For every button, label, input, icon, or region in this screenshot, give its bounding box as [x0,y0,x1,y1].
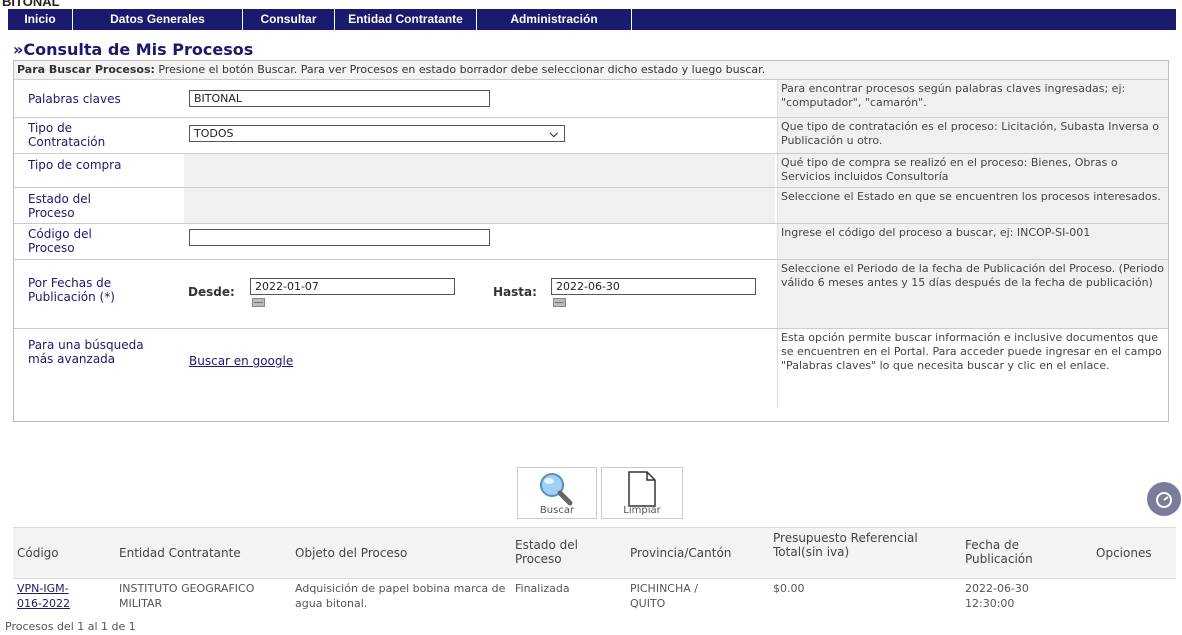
process-code-label: Código del Proceso [28,227,92,255]
instructions-text: Presione el botón Buscar. Para ver Proce… [154,63,766,76]
row-advanced: Para una búsqueda más avanzada Buscar en… [14,329,1168,408]
keywords-label: Palabras claves [28,92,121,106]
date-to-label: Hasta: [493,285,537,299]
advanced-help: Esta opción permite buscar información e… [777,329,1168,408]
col-provincia: Provincia/Cantón [630,546,732,560]
keywords-help: Para encontrar procesos según palabras c… [777,80,1168,117]
purchase-type-help: Qué tipo de compra se realizó en el proc… [777,154,1168,187]
instructions-bold: Para Buscar Procesos: [17,63,155,76]
nav-administracion[interactable]: Administración [477,9,632,30]
purchase-type-cell [184,154,775,187]
col-codigo: Código [17,546,59,560]
timer-icon [1156,492,1172,508]
instructions: Para Buscar Procesos: Presione el botón … [14,61,1168,80]
row-contract-type: Tipo de Contratación TODOS ⌵ Que tipo de… [14,118,1168,154]
pagination-summary: Procesos del 1 al 1 de 1 [5,620,136,633]
google-search-link[interactable]: Buscar en google [189,354,293,368]
keywords-input[interactable]: BITONAL [189,90,490,107]
page-title: »Consulta de Mis Procesos [13,40,254,59]
calendar-icon[interactable] [553,298,566,307]
nav-entidad-contratante[interactable]: Entidad Contratante [335,9,477,30]
date-to-input[interactable]: 2022-06-30 [551,278,756,295]
process-state-cell [184,188,775,223]
cell-location: PICHINCHA / QUITO [630,582,698,610]
contract-type-value: TODOS [194,127,234,140]
contract-type-help: Que tipo de contratación es el proceso: … [777,118,1168,153]
contract-type-label: Tipo de Contratación [28,121,106,149]
nav-consultar[interactable]: Consultar [243,9,335,30]
process-code-input[interactable] [189,229,490,246]
partial-heading: BITONAL [2,0,60,9]
col-presupuesto: Presupuesto Referencial Total(sin iva) [773,531,918,559]
row-dates: Por Fechas de Publicación (*) Desde: 202… [14,260,1168,329]
advanced-label: Para una búsqueda más avanzada [28,338,144,366]
dates-label: Por Fechas de Publicación (*) [28,276,115,304]
row-process-code: Código del Proceso Ingrese el código del… [14,224,1168,260]
dates-help: Seleccione el Periodo de la fecha de Pub… [777,260,1168,328]
floating-action-button[interactable] [1147,482,1181,516]
cell-state: Finalizada [515,582,570,595]
row-process-state: Estado del Proceso Seleccione el Estado … [14,188,1168,224]
calendar-icon[interactable] [252,298,265,307]
date-from-label: Desde: [188,285,235,299]
blank-page-icon [628,471,656,507]
col-entidad: Entidad Contratante [119,546,241,560]
chevron-down-icon: ⌵ [549,127,558,140]
row-purchase-type: Tipo de compra Qué tipo de compra se rea… [14,154,1168,188]
nav-inicio[interactable]: Inicio [8,9,73,30]
main-nav: Inicio Datos Generales Consultar Entidad… [8,9,1176,30]
contract-type-select[interactable]: TODOS ⌵ [189,125,565,142]
col-opciones: Opciones [1096,546,1152,560]
advanced-cell [184,329,775,408]
col-objeto: Objeto del Proceso [295,546,408,560]
magnifier-icon [540,473,573,506]
cell-object: Adquisición de papel bobina marca de agu… [295,582,506,610]
row-keywords: Palabras claves BITONAL Para encontrar p… [14,80,1168,118]
process-code-link[interactable]: VPN-IGM-016-2022 [17,581,87,611]
search-button-label: Buscar [539,505,575,516]
col-fecha: Fecha de Publicación [965,538,1033,566]
results-header: Código Entidad Contratante Objeto del Pr… [13,527,1176,579]
search-button[interactable]: Buscar [517,467,597,519]
cell-entity: INSTITUTO GEOGRAFICO MILITAR [119,582,255,610]
search-form: Para Buscar Procesos: Presione el botón … [13,60,1169,422]
cell-budget: $0.00 [773,582,805,595]
clear-button[interactable]: Limpiar [601,467,683,519]
purchase-type-label: Tipo de compra [28,158,122,172]
cell-date: 2022-06-30 12:30:00 [965,582,1029,610]
col-estado: Estado del Proceso [515,538,578,566]
date-from-input[interactable]: 2022-01-07 [250,278,455,295]
process-code-help: Ingrese el código del proceso a buscar, … [777,224,1168,259]
process-state-help: Seleccione el Estado en que se encuentre… [777,188,1168,223]
process-state-label: Estado del Proceso [28,192,91,220]
clear-button-label: Limpiar [623,505,661,516]
nav-datos-generales[interactable]: Datos Generales [73,9,243,30]
